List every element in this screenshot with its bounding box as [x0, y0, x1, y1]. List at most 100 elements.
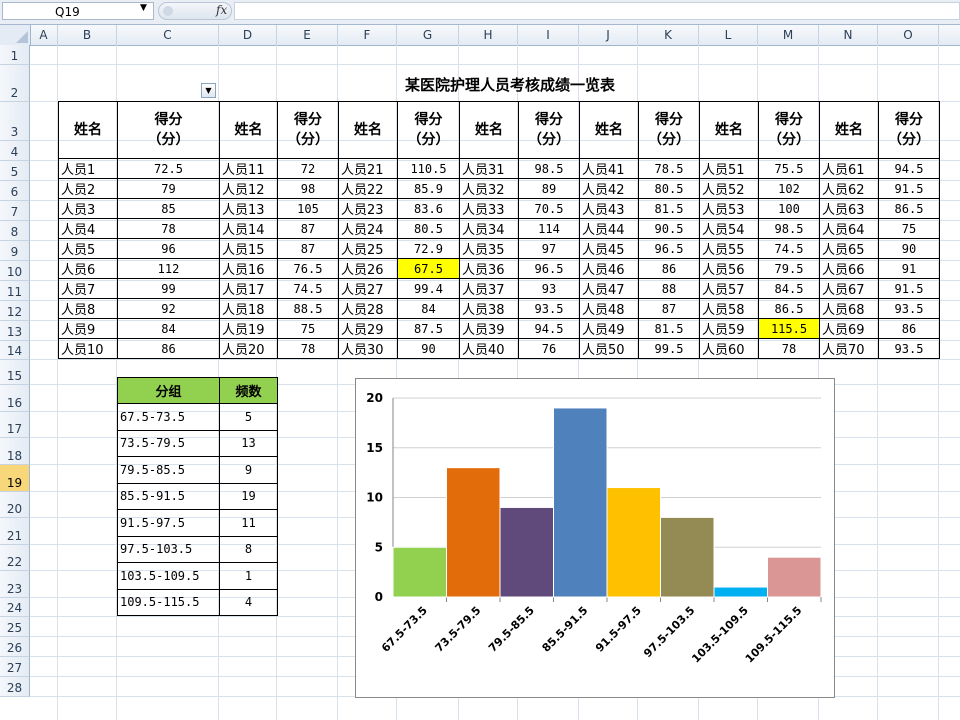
cell-name[interactable]: 人员65: [819, 238, 879, 259]
expand-icon[interactable]: [163, 6, 173, 16]
row-header-5[interactable]: 5: [0, 161, 30, 181]
name-box-dropdown-icon[interactable]: ▼: [140, 3, 147, 13]
cell-score[interactable]: 78: [117, 218, 220, 239]
cell-name[interactable]: 人员21: [338, 158, 398, 179]
frequency-header-count[interactable]: 频数: [219, 377, 278, 404]
cell-name[interactable]: 人员61: [819, 158, 879, 179]
cell-name[interactable]: 人员19: [219, 318, 278, 339]
cell-name[interactable]: 人员4: [58, 218, 118, 239]
row-header-23[interactable]: 23: [0, 571, 30, 598]
cell-score[interactable]: 70.5: [518, 198, 580, 219]
cell-name[interactable]: 人员13: [219, 198, 278, 219]
dropdown-arrow-icon[interactable]: ▼: [201, 83, 216, 98]
cell-frequency[interactable]: 4: [219, 588, 278, 616]
cell-score[interactable]: 96: [117, 238, 220, 259]
cell-name[interactable]: 人员39: [459, 318, 519, 339]
row-header-20[interactable]: 20: [0, 492, 30, 518]
cell-score[interactable]: 99: [117, 278, 220, 299]
cell-score[interactable]: 99.5: [638, 338, 700, 359]
column-header-f[interactable]: F: [338, 25, 397, 45]
select-all-corner[interactable]: [0, 25, 31, 45]
cell-name[interactable]: 人员28: [338, 298, 398, 319]
cell-score[interactable]: 86.5: [878, 198, 940, 219]
column-header-m[interactable]: M: [758, 25, 819, 45]
row-header-27[interactable]: 27: [0, 657, 30, 677]
cell-score[interactable]: 87: [277, 218, 339, 239]
cell-name[interactable]: 人员68: [819, 298, 879, 319]
cell-score[interactable]: 96.5: [638, 238, 700, 259]
column-header-a[interactable]: A: [30, 25, 58, 45]
cell-score[interactable]: 91.5: [878, 278, 940, 299]
row-header-24[interactable]: 24: [0, 598, 30, 617]
row-header-14[interactable]: 14: [0, 341, 30, 360]
header-name[interactable]: 姓名: [579, 101, 639, 159]
cell-name[interactable]: 人员47: [579, 278, 639, 299]
cell-name[interactable]: 人员29: [338, 318, 398, 339]
cell-name[interactable]: 人员17: [219, 278, 278, 299]
cell-name[interactable]: 人员33: [459, 198, 519, 219]
row-header-15[interactable]: 15: [0, 360, 30, 385]
cell-name[interactable]: 人员16: [219, 258, 278, 279]
column-header-d[interactable]: D: [219, 25, 277, 45]
cell-score[interactable]: 75: [878, 218, 940, 239]
cell-score[interactable]: 79.5: [758, 258, 820, 279]
cell-name[interactable]: 人员26: [338, 258, 398, 279]
row-header-26[interactable]: 26: [0, 637, 30, 657]
cell-score[interactable]: 84.5: [758, 278, 820, 299]
cell-name[interactable]: 人员42: [579, 178, 639, 199]
cell-group-range[interactable]: 109.5-115.5: [117, 588, 220, 616]
cell-group-range[interactable]: 79.5-85.5: [117, 456, 220, 484]
cell-score[interactable]: 88.5: [277, 298, 339, 319]
column-header-c[interactable]: C: [117, 25, 219, 45]
header-name[interactable]: 姓名: [699, 101, 759, 159]
header-name[interactable]: 姓名: [819, 101, 879, 159]
cell-score[interactable]: 90: [878, 238, 940, 259]
cell-score[interactable]: 78: [277, 338, 339, 359]
cell-name[interactable]: 人员30: [338, 338, 398, 359]
cell-name[interactable]: 人员9: [58, 318, 118, 339]
cell-name[interactable]: 人员69: [819, 318, 879, 339]
cell-name[interactable]: 人员54: [699, 218, 759, 239]
cell-group-range[interactable]: 73.5-79.5: [117, 429, 220, 457]
cell-name[interactable]: 人员5: [58, 238, 118, 259]
cell-name[interactable]: 人员10: [58, 338, 118, 359]
cell-score[interactable]: 105: [277, 198, 339, 219]
cell-score[interactable]: 83.6: [397, 198, 460, 219]
cell-name[interactable]: 人员23: [338, 198, 398, 219]
cell-frequency[interactable]: 19: [219, 482, 278, 510]
header-score[interactable]: 得分 （分）: [758, 101, 820, 159]
cell-name[interactable]: 人员3: [58, 198, 118, 219]
cell-score[interactable]: 85: [117, 198, 220, 219]
cell-score[interactable]: 97: [518, 238, 580, 259]
cell-score[interactable]: 87.5: [397, 318, 460, 339]
cell-frequency[interactable]: 5: [219, 403, 278, 431]
cell-score[interactable]: 98.5: [518, 158, 580, 179]
cell-frequency[interactable]: 9: [219, 456, 278, 484]
cell-name[interactable]: 人员57: [699, 278, 759, 299]
cell-score[interactable]: 76: [518, 338, 580, 359]
cell-name[interactable]: 人员63: [819, 198, 879, 219]
column-header-o[interactable]: O: [878, 25, 939, 45]
cell-score[interactable]: 86: [878, 318, 940, 339]
row-header-9[interactable]: 9: [0, 241, 30, 261]
cell-score[interactable]: 86.5: [758, 298, 820, 319]
cell-score[interactable]: 98.5: [758, 218, 820, 239]
cell-score[interactable]: 88: [638, 278, 700, 299]
cell-score[interactable]: 75: [277, 318, 339, 339]
cell-score[interactable]: 78.5: [638, 158, 700, 179]
cell-score[interactable]: 81.5: [638, 318, 700, 339]
row-header-1[interactable]: 1: [0, 45, 30, 65]
header-name[interactable]: 姓名: [459, 101, 519, 159]
cell-score[interactable]: 74.5: [277, 278, 339, 299]
cell-name[interactable]: 人员64: [819, 218, 879, 239]
cell-score[interactable]: 112: [117, 258, 220, 279]
name-box[interactable]: Q19: [2, 2, 154, 20]
cell-name[interactable]: 人员12: [219, 178, 278, 199]
cell-score[interactable]: 90: [397, 338, 460, 359]
header-name[interactable]: 姓名: [58, 101, 118, 159]
row-header-11[interactable]: 11: [0, 281, 30, 301]
row-header-16[interactable]: 16: [0, 385, 30, 412]
header-score[interactable]: 得分 （分）: [638, 101, 700, 159]
row-header-25[interactable]: 25: [0, 617, 30, 637]
cell-score[interactable]: 72: [277, 158, 339, 179]
